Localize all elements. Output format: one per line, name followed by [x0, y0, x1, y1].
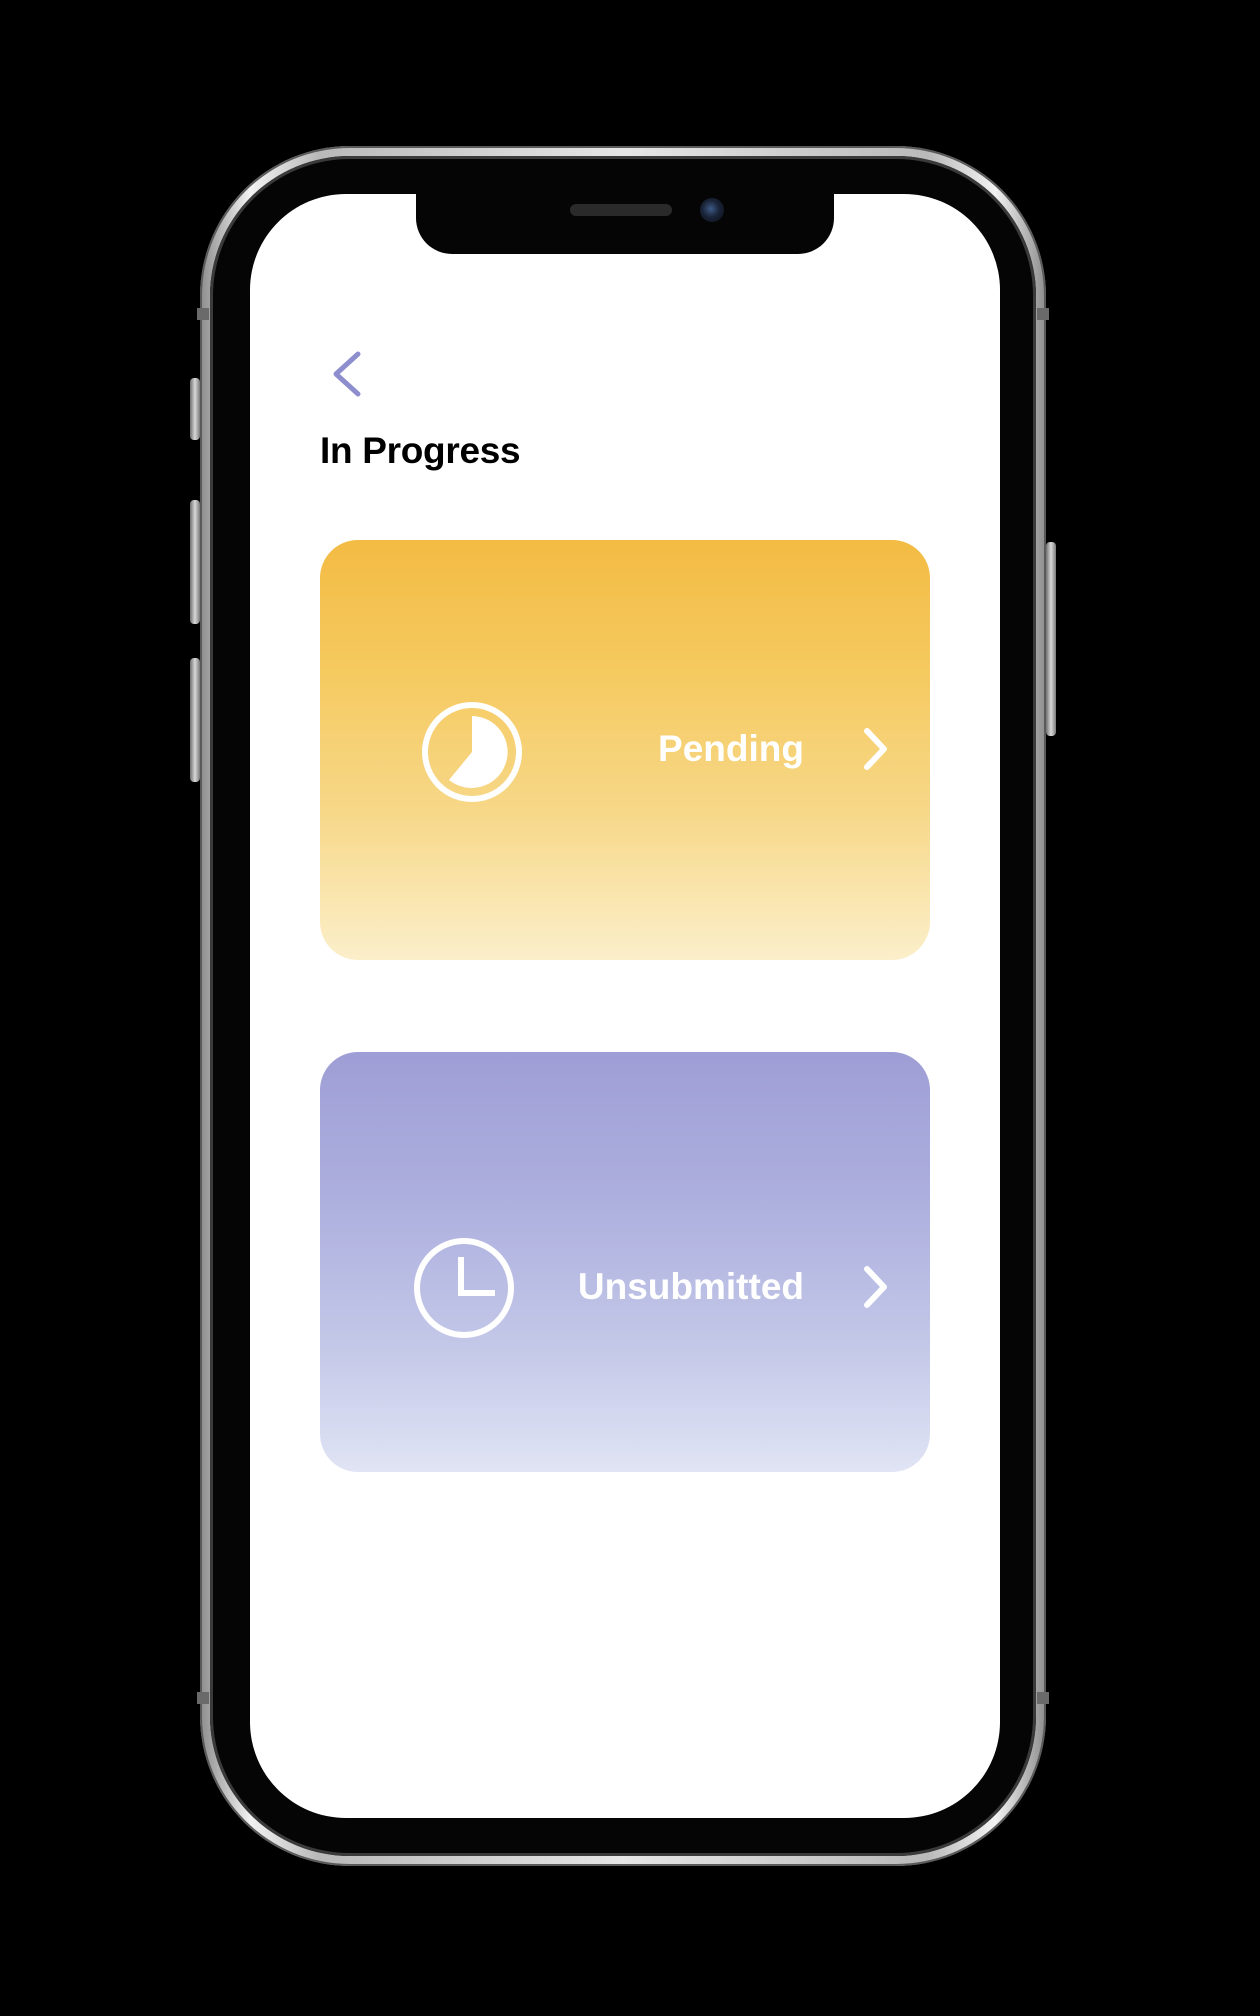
- earpiece-speaker: [570, 204, 672, 216]
- chevron-right-icon: [864, 1266, 887, 1308]
- antenna-band: [1037, 308, 1049, 320]
- pending-label: Pending: [658, 728, 804, 769]
- device-mockup: In Progress Pending Unsubmitted: [0, 0, 1260, 2016]
- antenna-band: [197, 1692, 209, 1704]
- page-title: In Progress: [320, 430, 521, 471]
- clock-icon: [414, 1238, 514, 1338]
- chevron-right-icon: [864, 728, 887, 770]
- app-screen: In Progress Pending Unsubmitted: [250, 194, 1000, 1818]
- unsubmitted-label: Unsubmitted: [577, 1266, 804, 1307]
- back-button[interactable]: [324, 344, 374, 404]
- notch: [416, 194, 834, 254]
- pie-clock-icon: [422, 702, 522, 802]
- mute-switch: [190, 378, 200, 440]
- power-button: [1046, 542, 1056, 736]
- volume-up-button: [190, 500, 200, 624]
- unsubmitted-card[interactable]: Unsubmitted: [320, 1052, 930, 1472]
- antenna-band: [197, 308, 209, 320]
- pending-card[interactable]: Pending: [320, 540, 930, 960]
- front-camera: [700, 198, 724, 222]
- antenna-band: [1037, 1692, 1049, 1704]
- chevron-left-icon: [333, 351, 361, 397]
- volume-down-button: [190, 658, 200, 782]
